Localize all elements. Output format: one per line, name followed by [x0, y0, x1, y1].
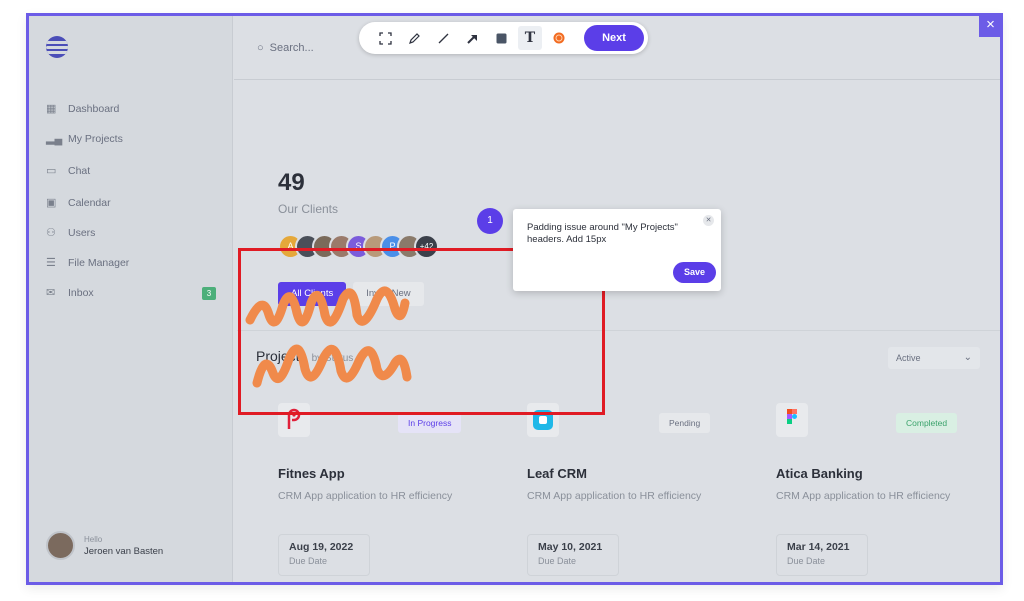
project-card[interactable]: Completed Atica Banking CRM App applicat… — [776, 403, 1000, 582]
sidebar: ▦ Dashboard ▂▄ My Projects ▭ Chat ▣ Cale… — [29, 16, 233, 582]
arrow-icon[interactable] — [460, 26, 484, 50]
status-badge: Completed — [896, 413, 958, 433]
chevron-down-icon: ⌄ — [963, 352, 972, 363]
project-name: Leaf CRM — [527, 466, 587, 481]
sidebar-item-calendar[interactable]: ▣ Calendar — [46, 193, 111, 213]
status-badge: Pending — [659, 413, 711, 433]
status-filter-value: Active — [896, 353, 921, 363]
project-description: CRM App application to HR efficiency — [527, 490, 702, 502]
project-card[interactable]: In Progress Fitnes App CRM App applicati… — [278, 403, 513, 582]
app-window: ▦ Dashboard ▂▄ My Projects ▭ Chat ▣ Cale… — [26, 13, 1003, 585]
next-button[interactable]: Next — [584, 25, 644, 51]
sidebar-item-inbox[interactable]: ✉ Inbox — [46, 283, 94, 303]
grid-icon: ▦ — [46, 103, 57, 115]
due-date: Aug 19, 2022 — [289, 541, 354, 553]
clients-label: Our Clients — [278, 202, 339, 216]
sidebar-item-label: Calendar — [68, 197, 111, 209]
sidebar-item-label: Users — [68, 227, 96, 239]
line-icon[interactable] — [431, 26, 455, 50]
sidebar-item-label: Inbox — [68, 287, 94, 299]
project-card[interactable]: Pending Leaf CRM CRM App application to … — [527, 403, 762, 582]
sidebar-item-label: Dashboard — [68, 103, 120, 115]
due-date-box: Aug 19, 2022 Due Date — [278, 534, 370, 576]
project-logo — [278, 403, 310, 437]
bar-chart-icon: ▂▄ — [46, 133, 63, 145]
sidebar-item-label: File Manager — [68, 257, 130, 269]
users-icon: ⚇ — [46, 227, 56, 239]
color-picker-icon[interactable] — [547, 26, 571, 50]
search-icon: ○ — [257, 42, 264, 54]
avatar-overflow-count: +42 — [414, 234, 439, 259]
status-badge: In Progress — [398, 413, 462, 433]
project-description: CRM App application to HR efficiency — [278, 490, 453, 502]
close-icon[interactable]: ✕ — [703, 215, 714, 226]
mail-icon: ✉ — [46, 287, 56, 299]
search-box[interactable]: ○ Search... — [257, 42, 314, 54]
search-input[interactable]: Search... — [270, 42, 314, 54]
sidebar-item-my-projects[interactable]: ▂▄ My Projects — [46, 129, 123, 149]
close-icon[interactable]: × — [979, 14, 1002, 37]
project-name: Atica Banking — [776, 466, 863, 481]
user-greeting: Hello — [84, 534, 103, 544]
due-date-label: Due Date — [289, 556, 328, 566]
text-icon[interactable]: T — [518, 26, 542, 50]
sidebar-item-dashboard[interactable]: ▦ Dashboard — [46, 99, 119, 119]
annotation-toolbar: T Next — [359, 22, 648, 54]
avatar — [46, 531, 75, 560]
status-filter-dropdown[interactable]: Active ⌄ — [888, 347, 980, 369]
sidebar-item-file-manager[interactable]: ☰ File Manager — [46, 253, 129, 273]
clients-count: 49 — [278, 169, 305, 196]
due-date: May 10, 2021 — [538, 541, 603, 553]
project-logo — [776, 403, 808, 437]
chat-bubble-icon: ▭ — [46, 165, 57, 177]
comment-text: Padding issue around "My Projects" heade… — [527, 222, 678, 245]
comment-popup: Padding issue around "My Projects" heade… — [513, 209, 721, 291]
rectangle-icon[interactable] — [489, 26, 513, 50]
due-date-label: Due Date — [787, 556, 826, 566]
save-button[interactable]: Save — [673, 262, 716, 283]
project-description: CRM App application to HR efficiency — [776, 490, 951, 502]
sidebar-item-chat[interactable]: ▭ Chat — [46, 161, 90, 181]
inbox-count-badge: 3 — [202, 287, 216, 300]
due-date-box: May 10, 2021 Due Date — [527, 534, 619, 576]
sidebar-item-users[interactable]: ⚇ Users — [46, 223, 95, 243]
freehand-scribble[interactable] — [245, 285, 415, 395]
user-name: Jeroen van Basten — [84, 545, 164, 557]
sidebar-item-label: Chat — [68, 165, 91, 177]
pen-icon[interactable] — [402, 26, 426, 50]
calendar-icon: ▣ — [46, 197, 57, 209]
due-date-label: Due Date — [538, 556, 577, 566]
app-logo[interactable] — [46, 36, 68, 58]
project-name: Fitnes App — [278, 466, 345, 481]
user-profile[interactable]: Hello Jeroen van Basten — [46, 531, 163, 560]
due-date-box: Mar 14, 2021 Due Date — [776, 534, 868, 576]
sidebar-item-label: My Projects — [68, 133, 123, 145]
select-region-icon[interactable] — [373, 26, 397, 50]
file-list-icon: ☰ — [46, 257, 56, 269]
comment-marker[interactable]: 1 — [477, 208, 503, 234]
project-logo — [527, 403, 559, 437]
due-date: Mar 14, 2021 — [787, 541, 850, 553]
